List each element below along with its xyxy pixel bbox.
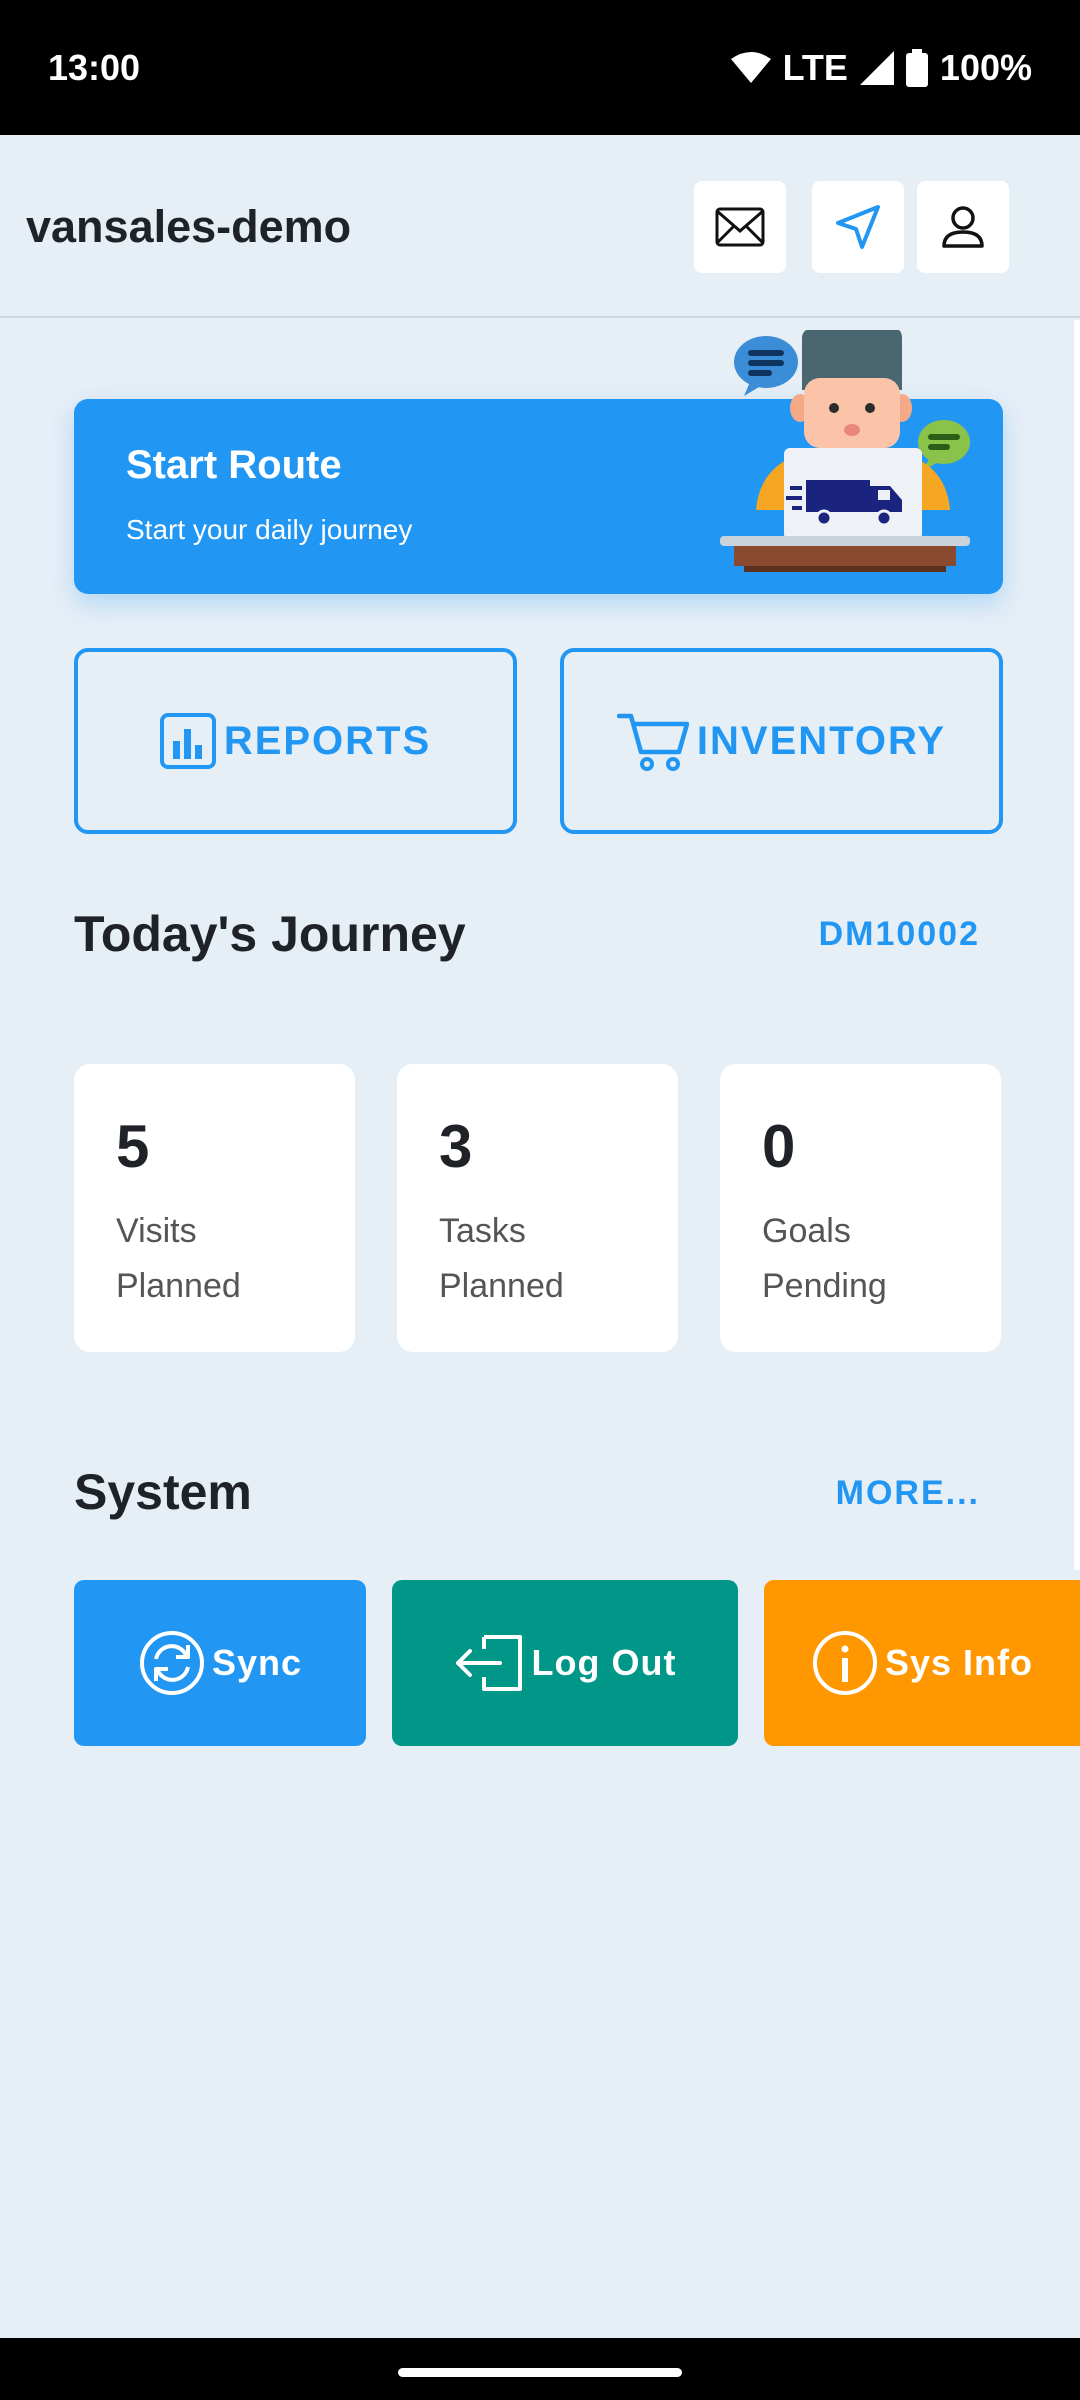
logout-icon <box>455 1635 522 1691</box>
sync-icon <box>139 1631 204 1695</box>
status-icons: LTE 100% <box>730 46 1032 89</box>
mail-icon <box>715 207 765 247</box>
network-label: LTE <box>782 46 848 88</box>
profile-button[interactable] <box>917 181 1009 273</box>
signal-icon <box>859 50 894 85</box>
system-title: System <box>74 1464 252 1520</box>
bar-chart-icon <box>159 713 216 769</box>
status-bar: 13:00 LTE 100% <box>0 0 1080 135</box>
navigation-button[interactable] <box>812 181 904 273</box>
scroll-indicator[interactable] <box>1074 320 1080 1570</box>
inventory-label: INVENTORY <box>696 718 947 763</box>
journey-title: Today's Journey <box>74 906 466 962</box>
stat-label: Goals Pending <box>762 1212 887 1305</box>
more-link[interactable]: MORE... <box>836 1474 980 1513</box>
route-subtitle: Start your daily journey <box>126 514 413 545</box>
reports-label: REPORTS <box>223 718 432 763</box>
reports-button[interactable]: REPORTS <box>74 648 517 834</box>
app-header: vansales-demo <box>0 135 1080 318</box>
sync-button[interactable]: Sync <box>74 1580 366 1746</box>
wifi-icon <box>730 51 771 83</box>
stat-value: 5 <box>116 1113 150 1180</box>
logout-label: Log Out <box>531 1642 677 1683</box>
navigation-arrow-icon <box>836 205 880 249</box>
stat-card-tasks[interactable]: 3 Tasks Planned <box>397 1064 678 1352</box>
chat-bubble-icon <box>918 420 970 470</box>
sys-info-label: Sys Info <box>884 1642 1034 1683</box>
journey-code[interactable]: DM10002 <box>819 915 980 954</box>
inventory-button[interactable]: INVENTORY <box>560 648 1003 834</box>
delivery-driver-illustration <box>720 330 970 572</box>
logout-button[interactable]: Log Out <box>392 1580 738 1746</box>
app-title: vansales-demo <box>26 201 352 252</box>
user-icon <box>942 206 984 248</box>
battery-icon <box>905 48 928 87</box>
chat-bubble-icon <box>734 336 798 396</box>
status-time: 13:00 <box>48 46 141 88</box>
stat-label: Tasks Planned <box>439 1212 564 1305</box>
home-indicator[interactable] <box>398 2368 682 2377</box>
stat-value: 3 <box>439 1113 473 1180</box>
stat-value: 0 <box>762 1113 796 1180</box>
sys-info-button[interactable]: Sys Info <box>764 1580 1080 1746</box>
sync-label: Sync <box>211 1642 303 1683</box>
stat-card-goals[interactable]: 0 Goals Pending <box>720 1064 1001 1352</box>
battery-label: 100% <box>939 46 1032 88</box>
stat-card-visits[interactable]: 5 Visits Planned <box>74 1064 355 1352</box>
stat-label: Visits Planned <box>116 1212 241 1305</box>
info-icon <box>812 1631 877 1695</box>
route-title: Start Route <box>126 443 342 487</box>
shopping-cart-icon <box>616 713 689 771</box>
mail-button[interactable] <box>694 181 786 273</box>
